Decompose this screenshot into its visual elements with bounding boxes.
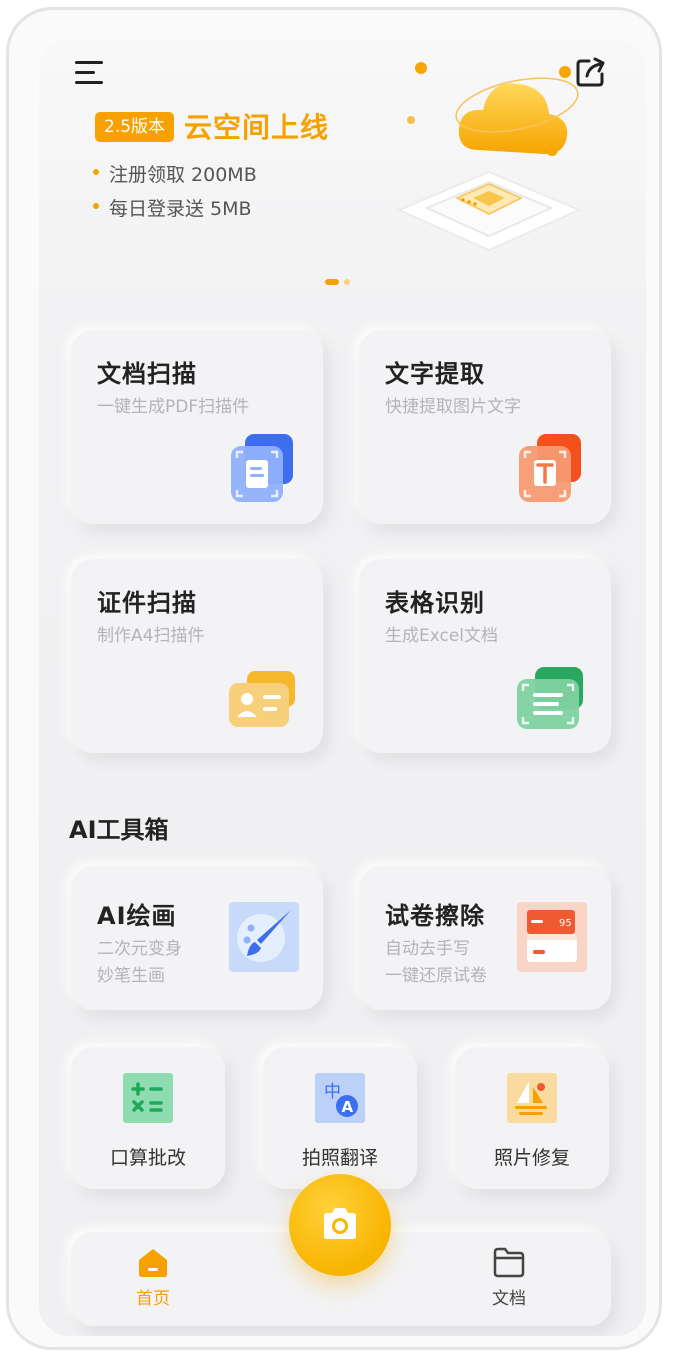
camera-button[interactable] bbox=[289, 1174, 391, 1276]
translate-icon: 中 A bbox=[315, 1073, 365, 1123]
id-card-icon bbox=[229, 671, 295, 727]
phone-frame: 2.5版本 云空间上线 注册领取 200MB 每日登录送 5MB 文档扫描 一键… bbox=[6, 7, 662, 1350]
tab-label: 首页 bbox=[136, 1289, 170, 1309]
card-subtitle: 二次元变身 妙笔生画 bbox=[97, 939, 182, 986]
card-subtitle: 制作A4扫描件 bbox=[97, 626, 205, 646]
tab-documents[interactable]: 文档 bbox=[469, 1246, 549, 1316]
banner-title[interactable]: 云空间上线 bbox=[184, 106, 329, 146]
exam-paper-icon: 95 bbox=[517, 902, 587, 972]
card-title: AI绘画 bbox=[97, 902, 177, 930]
tab-home[interactable]: 首页 bbox=[113, 1246, 193, 1316]
tool-card-oral-math[interactable]: 口算批改 bbox=[71, 1047, 225, 1189]
banner-page-indicator bbox=[325, 279, 350, 285]
menu-icon[interactable] bbox=[73, 58, 107, 88]
feature-card-table-recognition[interactable]: 表格识别 生成Excel文档 bbox=[359, 559, 611, 753]
card-subtitle: 快捷提取图片文字 bbox=[385, 397, 521, 417]
tool-label: 拍照翻译 bbox=[301, 1147, 378, 1169]
document-scan-icon bbox=[231, 434, 293, 502]
tool-card-photo-translate[interactable]: 中 A 拍照翻译 bbox=[263, 1047, 417, 1189]
card-subtitle: 一键生成PDF扫描件 bbox=[97, 397, 250, 417]
paint-palette-icon bbox=[229, 902, 299, 972]
svg-text:A: A bbox=[342, 1098, 354, 1116]
banner-bullet: 注册领取 200MB bbox=[93, 160, 257, 187]
banner-bullet: 每日登录送 5MB bbox=[93, 194, 252, 221]
card-subtitle: 自动去手写 一键还原试卷 bbox=[385, 939, 487, 986]
card-title: 文档扫描 bbox=[97, 360, 197, 388]
card-title: 文字提取 bbox=[385, 360, 485, 388]
section-title-ai-toolbox: AI工具箱 bbox=[69, 816, 169, 844]
tool-label: 照片修复 bbox=[493, 1147, 570, 1169]
tool-card-photo-restore[interactable]: 照片修复 bbox=[455, 1047, 609, 1189]
feature-card-document-scan[interactable]: 文档扫描 一键生成PDF扫描件 bbox=[71, 330, 323, 524]
tool-label: 口算批改 bbox=[109, 1147, 186, 1169]
svg-text:95: 95 bbox=[559, 918, 572, 929]
photo-restore-icon bbox=[507, 1073, 557, 1123]
feature-card-text-extract[interactable]: 文字提取 快捷提取图片文字 bbox=[359, 330, 611, 524]
tab-label: 文档 bbox=[492, 1289, 526, 1309]
card-subtitle: 生成Excel文档 bbox=[385, 626, 499, 646]
cloud-chip-illustration[interactable] bbox=[369, 50, 609, 260]
svg-text:中: 中 bbox=[324, 1082, 341, 1102]
version-badge: 2.5版本 bbox=[95, 112, 175, 142]
feature-card-id-scan[interactable]: 证件扫描 制作A4扫描件 bbox=[71, 559, 323, 753]
card-title: 证件扫描 bbox=[97, 589, 197, 617]
card-title: 表格识别 bbox=[385, 589, 485, 617]
text-extract-icon bbox=[519, 434, 581, 502]
camera-icon bbox=[324, 1208, 356, 1239]
ai-tool-card-exam-erase[interactable]: 试卷擦除 自动去手写 一键还原试卷 95 bbox=[359, 866, 611, 1010]
calculator-icon bbox=[123, 1073, 173, 1123]
table-recognition-icon bbox=[517, 667, 583, 729]
ai-tool-card-painting[interactable]: AI绘画 二次元变身 妙笔生画 bbox=[71, 866, 323, 1010]
card-title: 试卷擦除 bbox=[385, 902, 485, 930]
folder-icon bbox=[493, 1247, 525, 1278]
home-icon bbox=[139, 1249, 167, 1277]
app-screen: 2.5版本 云空间上线 注册领取 200MB 每日登录送 5MB 文档扫描 一键… bbox=[39, 40, 646, 1336]
